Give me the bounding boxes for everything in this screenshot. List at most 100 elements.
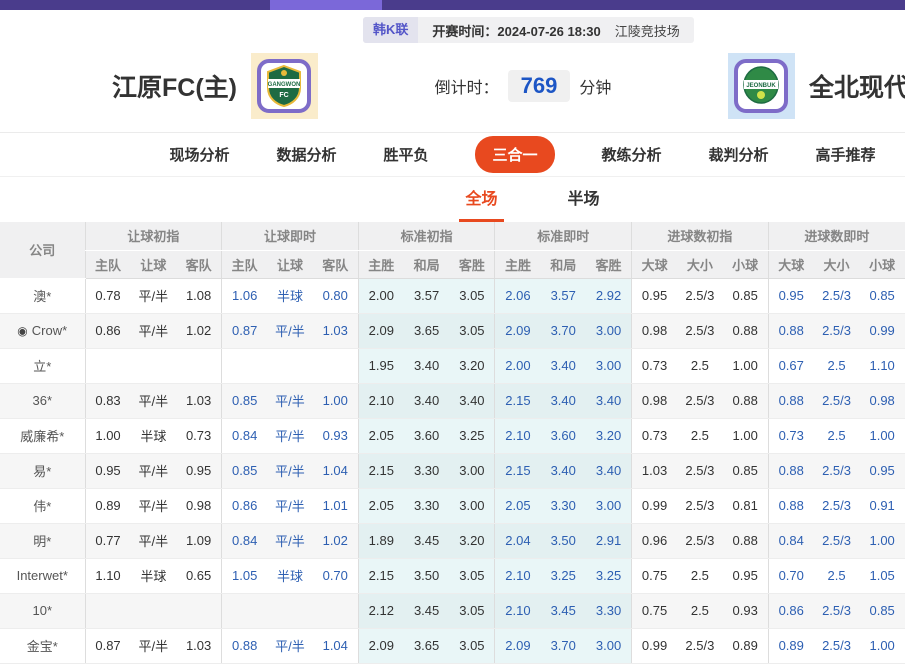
odds-cell[interactable]: 2.00: [495, 348, 541, 383]
odds-cell[interactable]: 3.20: [586, 418, 632, 453]
odds-cell[interactable]: 平/半: [267, 313, 313, 348]
odds-cell[interactable]: 1.03: [313, 313, 359, 348]
odds-cell[interactable]: 2.10: [495, 558, 541, 593]
odds-cell[interactable]: 半球: [267, 278, 313, 313]
tab-live-analysis[interactable]: 现场分析: [169, 144, 229, 165]
odds-cell[interactable]: 平/半: [267, 418, 313, 453]
odds-cell[interactable]: 2.5: [814, 348, 860, 383]
odds-cell[interactable]: 2.04: [495, 523, 541, 558]
odds-cell[interactable]: 0.85: [222, 383, 268, 418]
odds-cell[interactable]: 3.00: [586, 348, 632, 383]
odds-cell[interactable]: 2.10: [495, 593, 541, 628]
odds-cell[interactable]: 2.5/3: [814, 383, 860, 418]
odds-cell[interactable]: 半球: [267, 558, 313, 593]
odds-cell[interactable]: 1.10: [859, 348, 905, 383]
odds-cell[interactable]: 2.06: [495, 278, 541, 313]
odds-cell[interactable]: 3.00: [586, 628, 632, 663]
odds-cell[interactable]: 2.5/3: [814, 593, 860, 628]
odds-cell[interactable]: 0.88: [222, 628, 268, 663]
odds-cell[interactable]: 0.88: [768, 313, 814, 348]
odds-cell[interactable]: 0.70: [768, 558, 814, 593]
odds-cell[interactable]: 0.98: [859, 383, 905, 418]
odds-cell[interactable]: 0.89: [768, 628, 814, 663]
odds-cell[interactable]: 平/半: [267, 523, 313, 558]
odds-cell[interactable]: 0.85: [859, 278, 905, 313]
odds-cell[interactable]: 1.02: [313, 523, 359, 558]
odds-cell[interactable]: 平/半: [267, 453, 313, 488]
odds-cell[interactable]: 1.05: [859, 558, 905, 593]
company-cell[interactable]: 立*: [0, 348, 85, 383]
odds-cell[interactable]: 2.15: [495, 453, 541, 488]
odds-cell[interactable]: 2.5/3: [814, 628, 860, 663]
odds-cell[interactable]: 0.87: [222, 313, 268, 348]
odds-cell[interactable]: 2.5: [814, 418, 860, 453]
company-cell[interactable]: 10*: [0, 593, 85, 628]
odds-cell[interactable]: 2.91: [586, 523, 632, 558]
odds-cell[interactable]: 3.25: [586, 558, 632, 593]
odds-cell[interactable]: 3.50: [540, 523, 586, 558]
odds-cell[interactable]: 1.00: [859, 418, 905, 453]
odds-cell[interactable]: 0.99: [859, 313, 905, 348]
odds-cell[interactable]: 2.15: [495, 383, 541, 418]
odds-cell[interactable]: 0.84: [768, 523, 814, 558]
odds-cell[interactable]: 0.86: [768, 593, 814, 628]
subtab-full-match[interactable]: 全场: [459, 177, 503, 222]
odds-cell[interactable]: 0.84: [222, 523, 268, 558]
company-cell[interactable]: 易*: [0, 453, 85, 488]
company-cell[interactable]: 金宝*: [0, 628, 85, 663]
company-cell[interactable]: 澳*: [0, 278, 85, 313]
odds-cell[interactable]: 3.40: [586, 453, 632, 488]
odds-cell[interactable]: 0.73: [768, 418, 814, 453]
tab-data-analysis[interactable]: 数据分析: [276, 144, 336, 165]
league-badge[interactable]: 韩K联: [363, 17, 418, 43]
odds-cell[interactable]: 3.00: [586, 313, 632, 348]
odds-cell[interactable]: 3.70: [540, 313, 586, 348]
subtab-half-match[interactable]: 半场: [562, 177, 606, 222]
odds-cell[interactable]: 2.5/3: [814, 313, 860, 348]
scrollbar-thumb[interactable]: [270, 0, 382, 10]
odds-cell[interactable]: 0.80: [313, 278, 359, 313]
odds-cell[interactable]: 3.45: [540, 593, 586, 628]
odds-cell[interactable]: 2.5/3: [814, 488, 860, 523]
tab-three-in-one[interactable]: 三合一: [475, 136, 554, 173]
company-cell[interactable]: 威廉希*: [0, 418, 85, 453]
odds-cell[interactable]: 1.04: [313, 628, 359, 663]
company-cell[interactable]: ◉Crow*: [0, 313, 85, 348]
odds-cell[interactable]: 3.40: [540, 383, 586, 418]
odds-cell[interactable]: 1.00: [313, 383, 359, 418]
company-cell[interactable]: 伟*: [0, 488, 85, 523]
odds-cell[interactable]: 0.86: [222, 488, 268, 523]
odds-cell[interactable]: 3.40: [586, 383, 632, 418]
odds-cell[interactable]: 2.5/3: [814, 453, 860, 488]
odds-cell[interactable]: 1.01: [313, 488, 359, 523]
tab-expert-picks[interactable]: 高手推荐: [816, 144, 876, 165]
company-cell[interactable]: 明*: [0, 523, 85, 558]
odds-cell[interactable]: 3.40: [540, 453, 586, 488]
odds-cell[interactable]: 平/半: [267, 488, 313, 523]
company-cell[interactable]: 36*: [0, 383, 85, 418]
odds-cell[interactable]: 0.84: [222, 418, 268, 453]
odds-cell[interactable]: 平/半: [267, 383, 313, 418]
tab-win-draw-lose[interactable]: 胜平负: [383, 144, 428, 165]
odds-cell[interactable]: 3.70: [540, 628, 586, 663]
tab-coach-analysis[interactable]: 教练分析: [602, 144, 662, 165]
odds-cell[interactable]: 0.93: [313, 418, 359, 453]
odds-cell[interactable]: 2.05: [495, 488, 541, 523]
odds-cell[interactable]: 2.92: [586, 278, 632, 313]
odds-cell[interactable]: 2.09: [495, 313, 541, 348]
odds-cell[interactable]: 0.70: [313, 558, 359, 593]
odds-cell[interactable]: 3.00: [586, 488, 632, 523]
odds-cell[interactable]: 0.88: [768, 488, 814, 523]
odds-cell[interactable]: 0.67: [768, 348, 814, 383]
odds-cell[interactable]: 3.40: [540, 348, 586, 383]
odds-cell[interactable]: 3.57: [540, 278, 586, 313]
odds-cell[interactable]: 0.85: [859, 593, 905, 628]
odds-cell[interactable]: 1.06: [222, 278, 268, 313]
odds-cell[interactable]: 1.00: [859, 628, 905, 663]
odds-cell[interactable]: 1.05: [222, 558, 268, 593]
odds-cell[interactable]: 0.91: [859, 488, 905, 523]
odds-cell[interactable]: 3.30: [586, 593, 632, 628]
odds-cell[interactable]: 3.60: [540, 418, 586, 453]
odds-cell[interactable]: 1.00: [859, 523, 905, 558]
tab-referee-analysis[interactable]: 裁判分析: [709, 144, 769, 165]
